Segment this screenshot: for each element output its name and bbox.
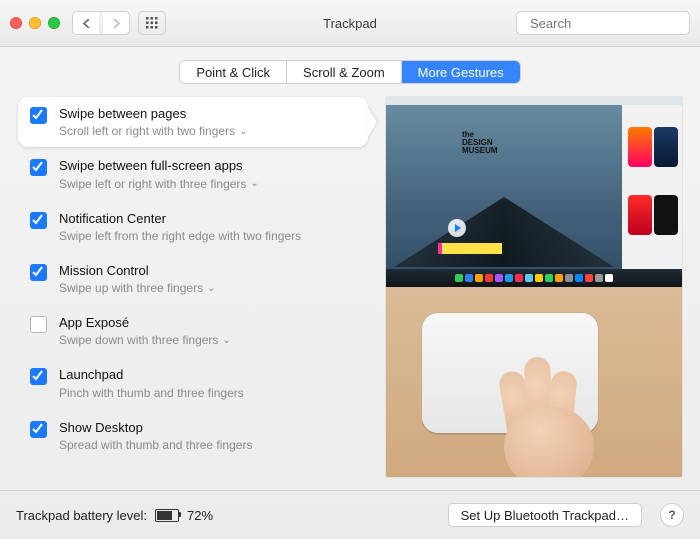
titlebar: Trackpad <box>0 0 700 47</box>
gesture-preview: the DESIGN MUSEUM <box>386 97 682 477</box>
preview-sidebar <box>622 105 682 269</box>
option-desc[interactable]: Swipe left or right with three fingers⌄ <box>59 177 259 191</box>
option-title: Notification Center <box>59 211 301 227</box>
nav-back-forward <box>72 11 130 35</box>
play-icon <box>448 219 466 237</box>
close-window-button[interactable] <box>10 17 22 29</box>
battery-label: Trackpad battery level: <box>16 508 147 523</box>
dock-app-icon <box>475 274 483 282</box>
option-desc: Pinch with thumb and three fingers <box>59 386 244 400</box>
dock-app-icon <box>595 274 603 282</box>
dock-app-icon <box>505 274 513 282</box>
option-title: Launchpad <box>59 367 244 383</box>
window-controls <box>10 17 60 29</box>
preview-menubar <box>386 97 682 105</box>
dock-app-icon <box>525 274 533 282</box>
dock-app-icon <box>575 274 583 282</box>
preview-artwork <box>394 157 614 267</box>
option-desktop[interactable]: Show Desktop Spread with thumb and three … <box>18 411 368 461</box>
chevron-down-icon: ⌄ <box>250 178 258 189</box>
option-expose[interactable]: App Exposé Swipe down with three fingers⌄ <box>18 306 368 356</box>
option-launchpad[interactable]: Launchpad Pinch with thumb and three fing… <box>18 358 368 408</box>
show-all-prefs-button[interactable] <box>138 11 166 35</box>
help-button[interactable]: ? <box>660 503 684 527</box>
dock-app-icon <box>465 274 473 282</box>
dock-app-icon <box>485 274 493 282</box>
preview-highlight <box>438 243 502 254</box>
chevron-left-icon <box>82 19 91 28</box>
trackpad-prefs-window: Trackpad Point & Click Scroll & Zoom Mor… <box>0 0 700 539</box>
dock-app-icon <box>605 274 613 282</box>
option-mission[interactable]: Mission Control Swipe up with three finge… <box>18 254 368 304</box>
preview-desktop: the DESIGN MUSEUM <box>386 97 682 287</box>
tab-scroll-zoom[interactable]: Scroll & Zoom <box>287 61 402 83</box>
search-input[interactable] <box>528 15 700 32</box>
tab-more-gestures[interactable]: More Gestures <box>402 61 520 83</box>
dock-app-icon <box>495 274 503 282</box>
dock-app-icon <box>455 274 463 282</box>
battery-icon <box>155 509 179 522</box>
tab-bar: Point & Click Scroll & Zoom More Gesture… <box>0 61 700 83</box>
chevron-down-icon: ⌄ <box>222 335 230 346</box>
battery-percent: 72% <box>187 508 213 523</box>
zoom-window-button[interactable] <box>48 17 60 29</box>
checkbox-mission[interactable] <box>30 264 47 281</box>
chevron-down-icon: ⌄ <box>207 283 215 294</box>
minimize-window-button[interactable] <box>29 17 41 29</box>
gesture-options-list: Swipe between pages Scroll left or right … <box>18 97 368 482</box>
option-title: Show Desktop <box>59 420 252 436</box>
dock-app-icon <box>565 274 573 282</box>
nav-back-button[interactable] <box>73 12 99 34</box>
search-field[interactable] <box>516 11 690 35</box>
tab-point-click[interactable]: Point & Click <box>180 61 287 83</box>
option-desc[interactable]: Swipe down with three fingers⌄ <box>59 333 231 347</box>
checkbox-expose[interactable] <box>30 316 47 333</box>
checkbox-desktop[interactable] <box>30 421 47 438</box>
dock-app-icon <box>535 274 543 282</box>
option-title: Swipe between pages <box>59 106 247 122</box>
preview-dock <box>386 269 682 287</box>
option-title: App Exposé <box>59 315 231 331</box>
dock-app-icon <box>515 274 523 282</box>
nav-forward-button[interactable] <box>103 12 129 34</box>
option-notif[interactable]: Notification Center Swipe left from the r… <box>18 202 368 252</box>
option-swipe-pages[interactable]: Swipe between pages Scroll left or right … <box>18 97 368 147</box>
dock-app-icon <box>545 274 553 282</box>
design-museum-label: the DESIGN MUSEUM <box>462 131 498 155</box>
dock-app-icon <box>585 274 593 282</box>
option-swipe-apps[interactable]: Swipe between full-screen apps Swipe left… <box>18 149 368 199</box>
option-title: Mission Control <box>59 263 215 279</box>
grid-icon <box>146 17 158 29</box>
option-desc: Spread with thumb and three fingers <box>59 438 252 452</box>
option-title: Swipe between full-screen apps <box>59 158 259 174</box>
checkbox-launchpad[interactable] <box>30 368 47 385</box>
chevron-right-icon <box>112 19 121 28</box>
option-desc[interactable]: Scroll left or right with two fingers⌄ <box>59 124 247 138</box>
preview-hand <box>504 353 614 473</box>
checkbox-swipe-pages[interactable] <box>30 107 47 124</box>
setup-bluetooth-trackpad-button[interactable]: Set Up Bluetooth Trackpad… <box>448 503 642 527</box>
option-desc[interactable]: Swipe up with three fingers⌄ <box>59 281 215 295</box>
footer: Trackpad battery level: 72% Set Up Bluet… <box>0 491 700 539</box>
dock-app-icon <box>555 274 563 282</box>
checkbox-notif[interactable] <box>30 212 47 229</box>
option-desc: Swipe left from the right edge with two … <box>59 229 301 243</box>
chevron-down-icon: ⌄ <box>239 126 247 137</box>
checkbox-swipe-apps[interactable] <box>30 159 47 176</box>
